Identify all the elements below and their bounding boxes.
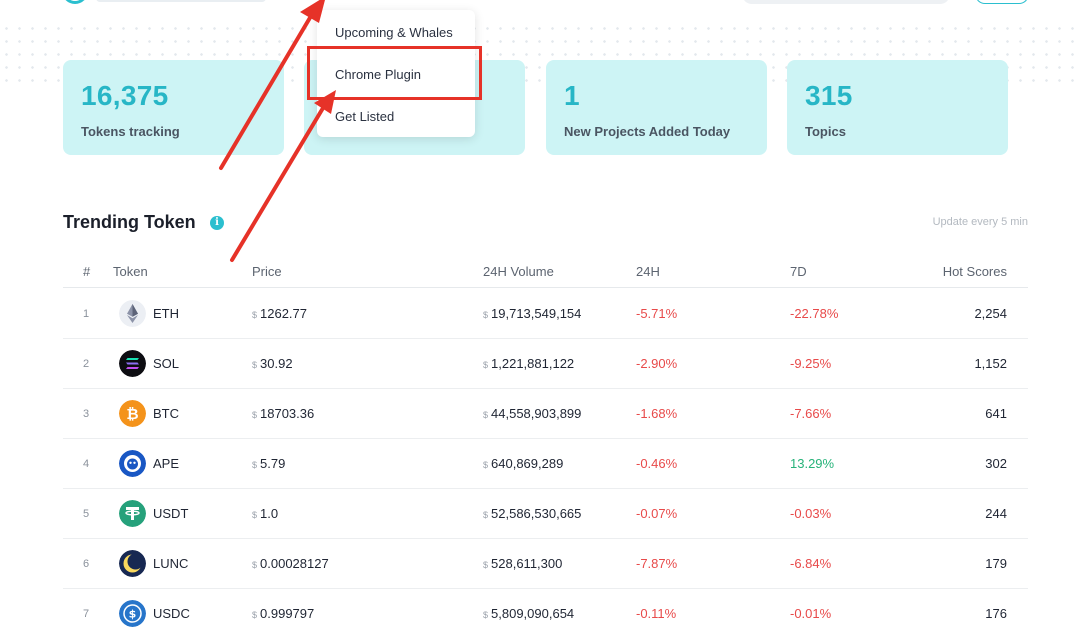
- header-token: Token: [113, 264, 148, 279]
- row-hot-score: 244: [985, 506, 1007, 521]
- row-rank: 7: [83, 608, 90, 620]
- row-volume: $44,558,903,899: [483, 406, 582, 421]
- row-change-24h: -7.87%: [636, 556, 678, 571]
- row-rank: 2: [83, 358, 90, 370]
- row-hot-score: 1,152: [974, 356, 1007, 371]
- stat-value: 1: [564, 80, 580, 111]
- row-price: $5.79: [252, 456, 286, 471]
- row-change-7d: -6.84%: [790, 556, 832, 571]
- site-logo-icon[interactable]: [62, 0, 88, 4]
- row-volume: $52,586,530,665: [483, 506, 582, 521]
- table-row[interactable]: 1 ETH $1262.77 $19,713,549,154 -5.71% -2…: [63, 289, 1028, 339]
- stat-value: 16,375: [81, 80, 169, 111]
- stat-label: New Projects Added Today: [564, 124, 731, 139]
- stat-value: 315: [805, 80, 853, 111]
- row-hot-score: 176: [985, 606, 1007, 621]
- menu-item-get-listed[interactable]: Get Listed: [335, 109, 394, 124]
- row-hot-score: 179: [985, 556, 1007, 571]
- usdt-icon: [119, 500, 146, 527]
- stat-label: Topics: [805, 124, 846, 139]
- usdc-icon: $: [119, 600, 146, 627]
- header-rank: #: [83, 264, 91, 279]
- header-price: Price: [252, 264, 282, 279]
- eth-icon: [119, 300, 146, 327]
- row-change-24h: -0.46%: [636, 456, 678, 471]
- table-row[interactable]: 4 APE $5.79 $640,869,289 -0.46% 13.29% 3…: [63, 439, 1028, 489]
- row-price: $1262.77: [252, 306, 308, 321]
- row-hot-score: 641: [985, 406, 1007, 421]
- row-price: $1.0: [252, 506, 279, 521]
- row-rank: 6: [83, 558, 90, 570]
- section-title: Trending Token: [63, 212, 196, 232]
- update-note: Update every 5 min: [932, 216, 1028, 228]
- header-hot-scores: Hot Scores: [942, 264, 1007, 279]
- svg-text:$: $: [129, 608, 137, 621]
- row-volume: $5,809,090,654: [483, 606, 575, 621]
- row-price: $0.00028127: [252, 556, 329, 571]
- sol-icon: [119, 350, 146, 377]
- row-change-24h: -2.90%: [636, 356, 678, 371]
- row-change-24h: -5.71%: [636, 306, 678, 321]
- row-volume: $640,869,289: [483, 456, 564, 471]
- stat-label: Tokens tracking: [81, 124, 180, 139]
- header-7d: 7D: [790, 264, 807, 279]
- row-rank: 3: [83, 408, 90, 420]
- row-change-7d: -7.66%: [790, 406, 832, 421]
- row-symbol[interactable]: BTC: [153, 406, 179, 421]
- stat-card-new-projects: 1 New Projects Added Today: [546, 60, 767, 155]
- row-change-7d: -0.01%: [790, 606, 832, 621]
- row-price: $18703.36: [252, 406, 315, 421]
- table-row[interactable]: 7 $ USDC $0.999797 $5,809,090,654 -0.11%…: [63, 589, 1028, 629]
- row-symbol[interactable]: LUNC: [153, 556, 188, 571]
- row-volume: $528,611,300: [483, 556, 563, 571]
- menu-item-upcoming-whales[interactable]: Upcoming & Whales: [335, 25, 453, 40]
- table-header: # Token Price 24H Volume 24H 7D Hot Scor…: [63, 258, 1028, 288]
- annotation-highlight-box: [307, 46, 482, 100]
- row-price: $0.999797: [252, 606, 315, 621]
- site-logo-text[interactable]: [96, 0, 266, 2]
- table-row[interactable]: 6 LUNC $0.00028127 $528,611,300 -7.87% -…: [63, 539, 1028, 589]
- row-symbol[interactable]: ETH: [153, 306, 179, 321]
- table-row[interactable]: 5 USDT $1.0 $52,586,530,665 -0.07% -0.03…: [63, 489, 1028, 539]
- row-change-24h: -0.11%: [636, 606, 677, 621]
- row-change-7d: -0.03%: [790, 506, 832, 521]
- row-symbol[interactable]: USDT: [153, 506, 188, 521]
- row-price: $30.92: [252, 356, 293, 371]
- row-change-7d: 13.29%: [790, 456, 835, 471]
- svg-text:₿: ₿: [126, 405, 138, 423]
- stat-card-tokens: 16,375 Tokens tracking: [63, 60, 284, 155]
- table-row[interactable]: 2 SOL $30.92 $1,221,881,122 -2.90% -9.25…: [63, 339, 1028, 389]
- btc-icon: ₿: [119, 400, 146, 427]
- row-change-24h: -0.07%: [636, 506, 678, 521]
- row-symbol[interactable]: USDC: [153, 606, 190, 621]
- row-volume: $19,713,549,154: [483, 306, 582, 321]
- row-change-24h: -1.68%: [636, 406, 678, 421]
- header-action-button[interactable]: [975, 0, 1029, 4]
- lunc-icon: [119, 550, 146, 577]
- ape-icon: [119, 450, 146, 477]
- row-rank: 4: [83, 458, 90, 470]
- table-row[interactable]: 3 ₿ BTC $18703.36 $44,558,903,899 -1.68%…: [63, 389, 1028, 439]
- row-change-7d: -22.78%: [790, 306, 839, 321]
- row-symbol[interactable]: SOL: [153, 356, 179, 371]
- row-hot-score: 302: [985, 456, 1007, 471]
- header-24h: 24H: [636, 264, 660, 279]
- search-input[interactable]: [742, 0, 950, 4]
- row-change-7d: -9.25%: [790, 356, 832, 371]
- info-icon[interactable]: i: [210, 216, 224, 230]
- row-hot-score: 2,254: [974, 306, 1007, 321]
- row-symbol[interactable]: APE: [153, 456, 179, 471]
- row-rank: 5: [83, 508, 90, 520]
- stat-card-topics: 315 Topics: [787, 60, 1008, 155]
- row-volume: $1,221,881,122: [483, 356, 575, 371]
- row-rank: 1: [83, 308, 90, 320]
- header-volume: 24H Volume: [483, 264, 554, 279]
